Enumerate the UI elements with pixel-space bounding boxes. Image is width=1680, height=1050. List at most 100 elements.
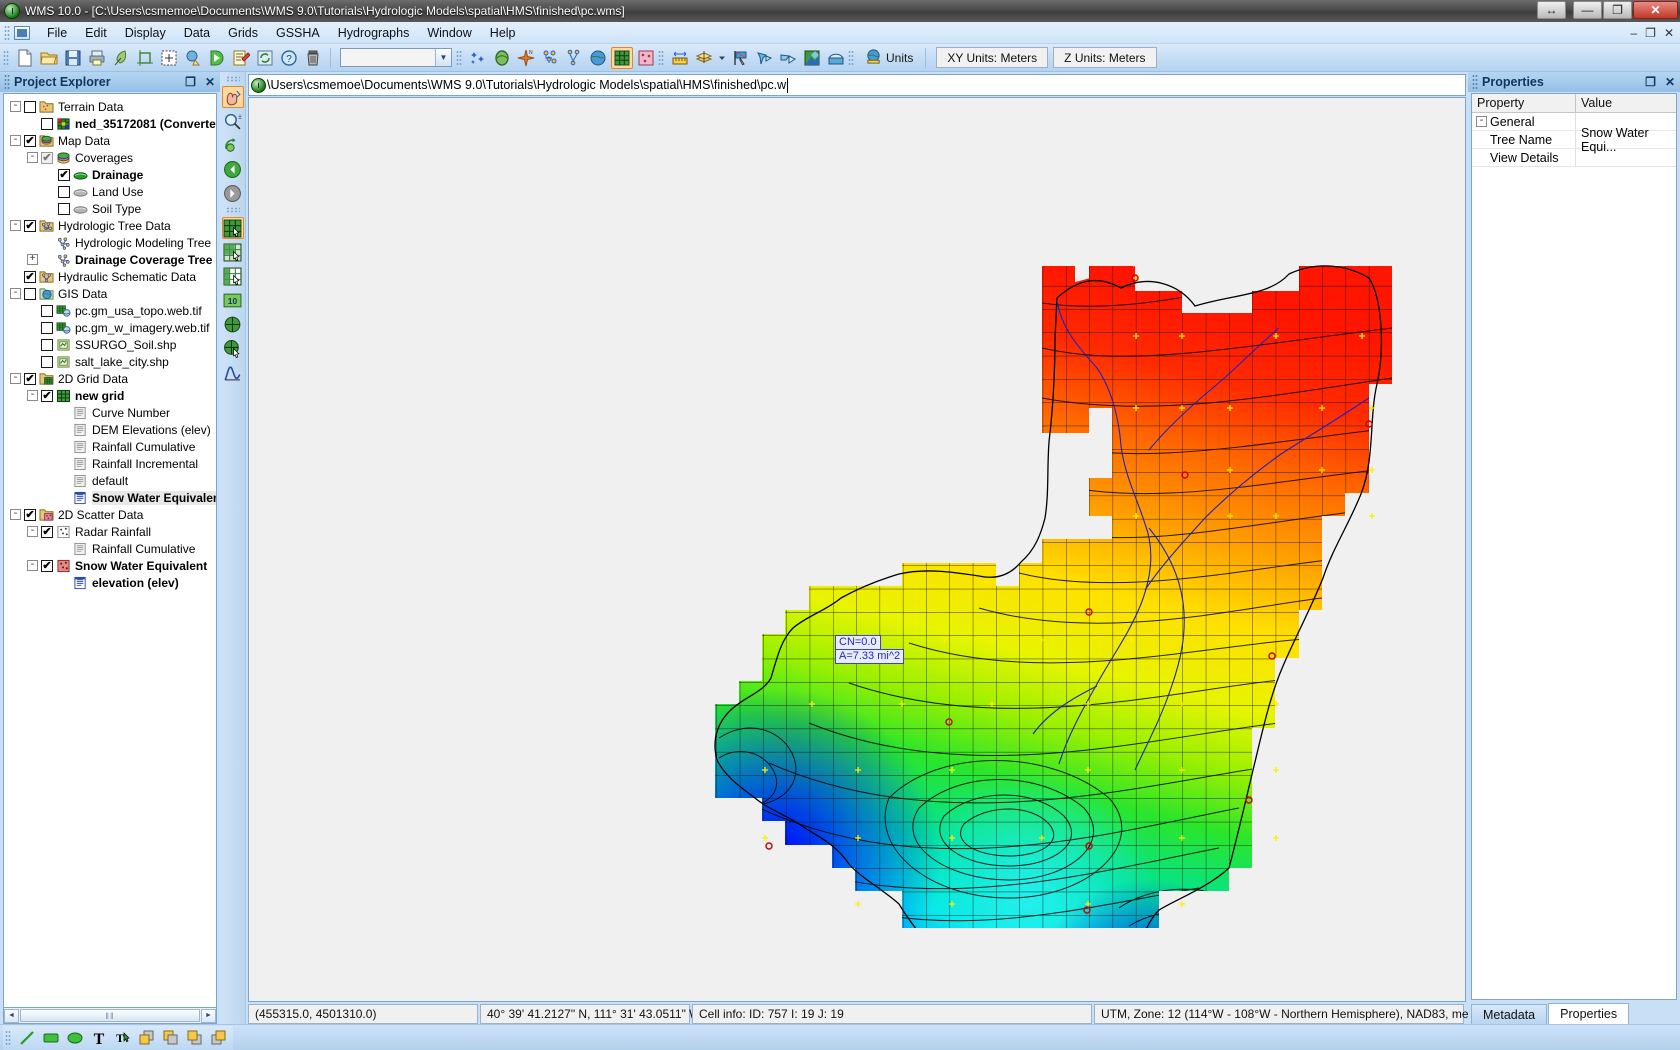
map-canvas[interactable]: CN=0.0 A=7.33 mi^2 <box>248 97 1466 1002</box>
select-region-icon[interactable] <box>158 47 180 69</box>
tree-item-ned-35172081-converte[interactable]: ned_35172081 (Converte <box>8 115 216 132</box>
tree-item-rainfall-cumulative[interactable]: Rainfall Cumulative <box>8 540 216 557</box>
zoom-magnifier-icon[interactable]: ± <box>222 110 244 132</box>
profile-icon[interactable] <box>222 361 244 383</box>
collapse-icon[interactable]: - <box>10 288 21 299</box>
tree-item-pc-gm-usa-topo-web-tif[interactable]: pc.gm_usa_topo.web.tif <box>8 302 216 319</box>
units-button[interactable]: Units <box>858 48 920 68</box>
tree-checkbox[interactable]: ✔ <box>24 508 36 521</box>
text-tool-icon[interactable]: T <box>88 1027 110 1049</box>
layers-dropdown-arrow[interactable] <box>717 47 727 69</box>
back-arrow-icon[interactable] <box>222 158 244 180</box>
xy-units-display[interactable]: XY Units: Meters <box>936 47 1049 68</box>
ortho-view-icon[interactable] <box>801 47 823 69</box>
toolbar-gripper-3[interactable] <box>658 49 664 66</box>
print-icon[interactable] <box>86 47 108 69</box>
menu-file[interactable]: File <box>38 23 76 43</box>
tree-item-ssurgo-soil-shp[interactable]: SSURGO_Soil.shp <box>8 336 216 353</box>
vtoolstrip-gripper-1[interactable] <box>225 76 240 82</box>
tree-checkbox[interactable]: ✔ <box>41 525 53 538</box>
toolbar-combo[interactable]: ▼ <box>340 48 452 67</box>
hydrologic-module-icon[interactable] <box>539 47 561 69</box>
select-cells-region-icon[interactable] <box>222 241 244 263</box>
scroll-left-arrow-icon[interactable]: ◄ <box>4 1008 19 1023</box>
open-folder-icon[interactable] <box>38 47 60 69</box>
property-value-cell[interactable] <box>1576 149 1676 166</box>
text-select-icon[interactable]: T <box>112 1027 134 1049</box>
play-green-icon[interactable] <box>206 47 228 69</box>
tree-checkbox[interactable] <box>41 304 53 317</box>
tree-item-hydraulic-schematic-data[interactable]: ✔ Hydraulic Schematic Data <box>8 268 216 285</box>
hydraulic-module-icon[interactable] <box>563 47 585 69</box>
select-node-pick-icon[interactable] <box>222 337 244 359</box>
menu-grids[interactable]: Grids <box>219 23 267 43</box>
tree-checkbox[interactable] <box>24 100 36 113</box>
collapse-icon[interactable]: - <box>27 526 38 537</box>
globe-drop-icon[interactable] <box>182 47 204 69</box>
tree-checkbox[interactable]: ✔ <box>24 270 36 283</box>
mdi-document-icon[interactable] <box>14 25 30 40</box>
collapse-icon[interactable]: - <box>27 152 38 163</box>
pan-hand-icon[interactable] <box>221 86 244 108</box>
tree-checkbox[interactable] <box>58 185 70 198</box>
rotate-icon[interactable] <box>222 134 244 156</box>
bring-to-front-icon[interactable] <box>136 1027 158 1049</box>
mdi-close-button[interactable]: ✕ <box>1664 26 1674 40</box>
tree-checkbox[interactable] <box>24 287 36 300</box>
tree-checkbox[interactable]: ✔ <box>24 219 36 232</box>
tree-checkbox[interactable]: ✔ <box>41 151 53 164</box>
project-tree[interactable]: - Terrain Data ned_35172081 (Converte - ✔ Map… <box>3 93 217 1008</box>
restore-all-button[interactable]: ↔ <box>1537 1 1566 19</box>
collapse-icon[interactable]: - <box>10 220 21 231</box>
tree-item-rainfall-incremental[interactable]: Rainfall Incremental <box>8 455 216 472</box>
menu-data[interactable]: Data <box>175 23 219 43</box>
tree-checkbox[interactable]: ✔ <box>41 389 53 402</box>
collapse-icon[interactable]: - <box>10 509 21 520</box>
tree-checkbox[interactable] <box>41 321 53 334</box>
grid-module-icon[interactable] <box>611 46 633 69</box>
properties-restore-icon[interactable]: ❐ <box>1645 75 1656 89</box>
tree-item-coverages[interactable]: - ✔ Coverages <box>8 149 216 166</box>
map-module-icon[interactable] <box>491 47 513 69</box>
menubar-gripper[interactable] <box>4 24 10 41</box>
properties-close-icon[interactable]: ✕ <box>1665 75 1675 89</box>
properties-grid[interactable]: Property Value - General Tree Name Snow Wat… <box>1471 93 1677 1000</box>
scroll-thumb[interactable]: ‖‖ <box>20 1009 200 1022</box>
scatter-data-module-icon[interactable] <box>635 47 657 69</box>
select-flag-icon[interactable] <box>729 47 751 69</box>
tree-checkbox[interactable] <box>58 202 70 215</box>
toolbar-gripper-2[interactable] <box>456 49 462 66</box>
tree-item-default[interactable]: default <box>8 472 216 489</box>
project-explorer-restore-icon[interactable]: ❐ <box>185 75 196 89</box>
properties-gripper[interactable] <box>1472 74 1478 90</box>
tree-item-hydrologic-tree-data[interactable]: - ✔ Hydrologic Tree Data <box>8 217 216 234</box>
collapse-icon[interactable]: - <box>10 373 21 384</box>
property-value-cell[interactable]: Snow Water Equi... <box>1576 126 1676 154</box>
send-to-back-icon[interactable] <box>160 1027 182 1049</box>
send-backward-icon[interactable] <box>208 1027 230 1049</box>
tree-item-dem-elevations-elev[interactable]: DEM Elevations (elev) <box>8 421 216 438</box>
menu-help[interactable]: Help <box>481 23 525 43</box>
expand-icon[interactable]: + <box>27 254 38 265</box>
maximize-button[interactable]: ❐ <box>1603 1 1632 19</box>
forward-arrow-icon[interactable] <box>222 182 244 204</box>
tree-checkbox[interactable]: ✔ <box>24 372 36 385</box>
annotation-gripper[interactable] <box>5 1029 11 1046</box>
tree-item-radar-rainfall[interactable]: - ✔ Radar Rainfall <box>8 523 216 540</box>
tree-checkbox[interactable]: ✔ <box>41 559 53 572</box>
tree-item-land-use[interactable]: Land Use <box>8 183 216 200</box>
value-10-icon[interactable]: 10 <box>222 289 244 311</box>
scroll-right-arrow-icon[interactable]: ► <box>201 1008 216 1023</box>
menu-hydrographs[interactable]: Hydrographs <box>329 23 419 43</box>
chevron-down-icon[interactable]: ▼ <box>435 49 451 66</box>
tree-item-curve-number[interactable]: Curve Number <box>8 404 216 421</box>
edit-properties-icon[interactable] <box>230 47 252 69</box>
mdi-restore-button[interactable]: ❐ <box>1645 26 1656 40</box>
tree-item-snow-water-equivalent[interactable]: Snow Water Equivalent <box>8 489 216 506</box>
draw-oval-icon[interactable] <box>64 1027 86 1049</box>
refresh-icon[interactable] <box>254 47 276 69</box>
collapse-icon[interactable]: - <box>27 560 38 571</box>
tree-item-terrain-data[interactable]: - Terrain Data <box>8 98 216 115</box>
tree-item-elevation-elev[interactable]: elevation (elev) <box>8 574 216 591</box>
minimize-button[interactable]: — <box>1573 1 1602 19</box>
